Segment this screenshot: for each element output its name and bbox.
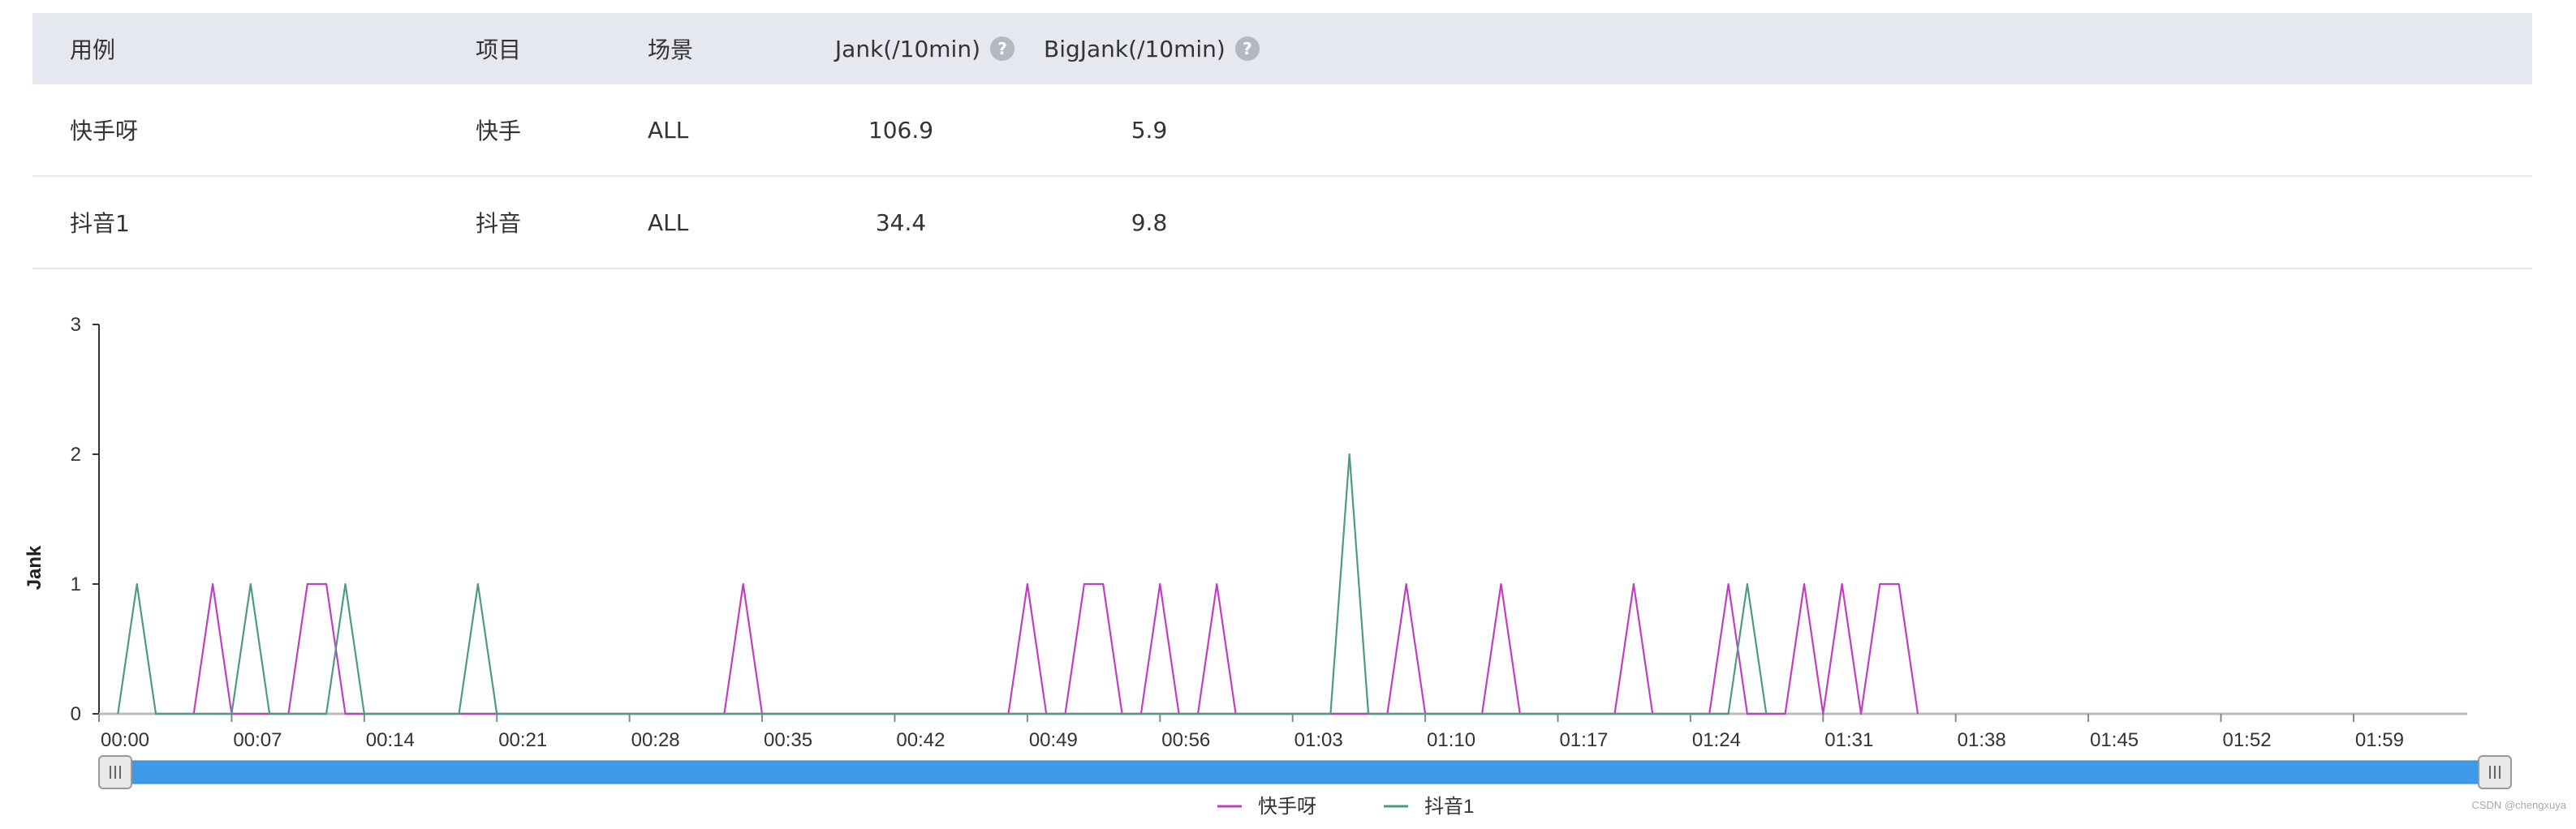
y-tick-label: 2 — [71, 444, 81, 466]
x-tick-label: 00:00 — [101, 729, 149, 751]
x-tick-label: 01:03 — [1294, 729, 1343, 751]
cell-jank: 106.9 — [868, 116, 934, 144]
x-tick-label: 01:24 — [1692, 729, 1741, 751]
x-tick-label: 01:10 — [1427, 729, 1475, 751]
x-tick-label: 01:45 — [2090, 729, 2139, 751]
x-tick-label: 00:28 — [631, 729, 680, 751]
cell-bigjank: 5.9 — [1131, 116, 1168, 144]
header-project[interactable]: 项目 — [476, 13, 521, 84]
legend-label-2[interactable]: 抖音1 — [1424, 796, 1474, 818]
table-row[interactable]: 快手呀 快手 ALL 106.9 5.9 — [32, 84, 2532, 177]
legend-label-1[interactable]: 快手呀 — [1258, 796, 1316, 818]
help-icon[interactable]: ? — [1234, 37, 1260, 61]
x-tick-label: 00:21 — [498, 729, 547, 751]
table-header: 用例 项目 场景 Jank(/10min) ? BigJank(/10min) … — [32, 13, 2532, 84]
cell-scene: ALL — [648, 116, 689, 144]
header-jank[interactable]: Jank(/10min) ? — [763, 13, 1014, 84]
cell-bigjank: 9.8 — [1131, 208, 1168, 236]
x-tick-label: 00:35 — [764, 729, 812, 751]
series-line-1 — [192, 582, 1919, 715]
x-tick-label: 01:38 — [1958, 729, 2006, 751]
x-tick-label: 00:14 — [366, 729, 415, 751]
y-axis-label: Jank — [24, 545, 45, 590]
cell-scene: ALL — [648, 208, 689, 236]
cell-project: 抖音 — [476, 210, 522, 237]
jank-table: 用例 项目 场景 Jank(/10min) ? BigJank(/10min) … — [32, 13, 2532, 269]
x-tick-label: 00:56 — [1161, 729, 1210, 751]
table-row[interactable]: 抖音1 抖音 ALL 34.4 9.8 — [32, 177, 2532, 269]
x-tick-label: 00:49 — [1029, 729, 1078, 751]
header-case[interactable]: 用例 — [70, 13, 115, 84]
header-jank-label: Jank(/10min) — [834, 35, 980, 62]
cell-case: 抖音1 — [70, 210, 130, 237]
cell-case: 快手呀 — [70, 118, 139, 144]
header-bigjank[interactable]: BigJank(/10min) ? — [1044, 13, 1297, 84]
help-icon[interactable]: ? — [990, 37, 1014, 61]
y-tick-label: 1 — [71, 573, 81, 595]
y-tick-label: 0 — [71, 703, 81, 725]
x-tick-label: 00:42 — [896, 729, 945, 751]
x-tick-label: 01:59 — [2355, 729, 2404, 751]
series-line-2 — [117, 453, 1768, 715]
zoom-slider-track — [105, 760, 2494, 784]
header-bigjank-label: BigJank(/10min) — [1044, 35, 1226, 62]
header-scene[interactable]: 场景 — [648, 13, 693, 84]
x-tick-label: 01:17 — [1559, 729, 1608, 751]
watermark: CSDN @chengxuya — [2471, 799, 2566, 811]
x-tick-label: 00:07 — [233, 729, 282, 751]
cell-jank: 34.4 — [875, 208, 927, 236]
x-tick-label: 01:52 — [2222, 729, 2271, 751]
y-tick-label: 3 — [71, 314, 81, 336]
cell-project: 快手 — [476, 118, 522, 144]
x-tick-label: 01:31 — [1824, 729, 1873, 751]
jank-line-chart: 0 1 2 3 Jank 00:00 00:07 00:14 00:21 00:28 00:35 00… — [24, 314, 2512, 818]
